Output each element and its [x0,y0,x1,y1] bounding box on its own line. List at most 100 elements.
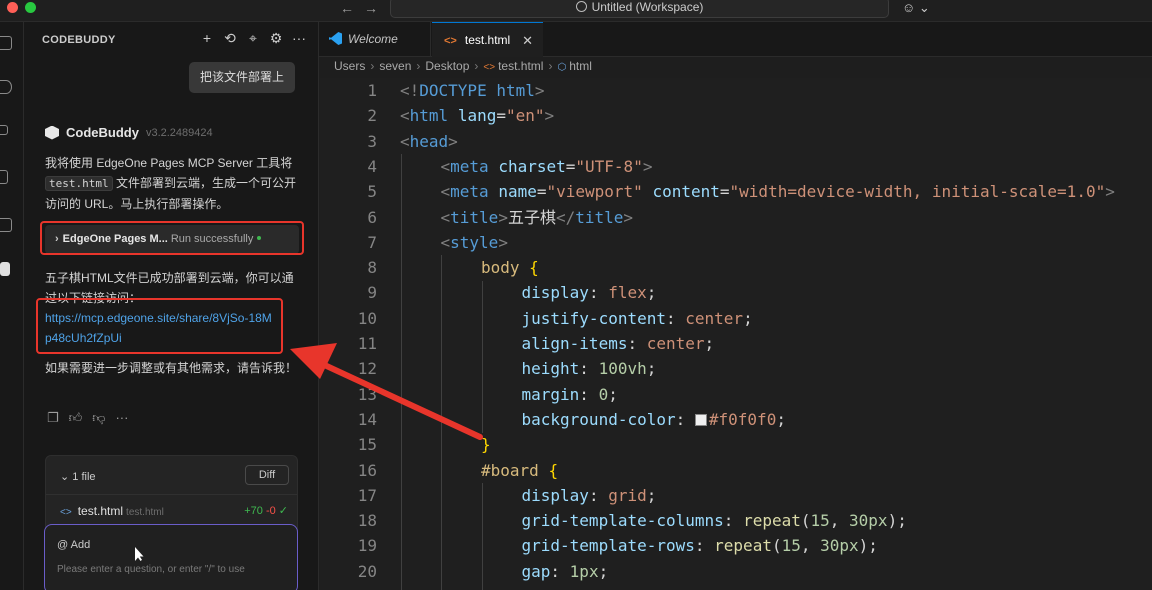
code-text: body { [481,258,539,278]
line-number: 9 [367,283,377,303]
thumbs-up-icon[interactable]: 👍︎ [69,410,83,426]
chat-input-box[interactable]: @ Add Please enter a question, or enter … [44,524,298,590]
close-window-button[interactable] [7,2,18,13]
code-text: grid-template-rows: repeat(15, 30px); [521,536,878,556]
code-line[interactable]: 19 grid-template-rows: repeat(15, 30px); [320,533,1152,558]
code-line[interactable]: 1 <!DOCTYPE html> [320,78,1152,103]
new-chat-icon[interactable]: + [200,30,214,47]
code-text: } [481,435,491,455]
tab-welcome-label: Welcome [348,32,398,46]
search-view-icon[interactable] [0,80,12,94]
code-line[interactable]: 3 <head> [320,129,1152,154]
chevron-right-icon: › [474,59,479,73]
line-number: 15 [357,435,377,455]
extensions-icon[interactable] [0,218,12,232]
mcp-icon[interactable]: ⌖ [246,30,260,47]
tab-welcome[interactable]: Welcome [319,22,431,57]
more-icon[interactable]: ··· [292,30,306,47]
code-text: align-items: center; [521,334,715,353]
code-line[interactable]: 9 display: flex; [320,280,1152,305]
breadcrumb-item[interactable]: Desktop [425,59,469,73]
source-control-icon[interactable] [0,125,8,135]
html-file-icon: <> [60,507,72,518]
code-text: margin: 0; [521,384,618,404]
inline-code: test.html [45,176,113,191]
code-line[interactable]: 17 display: grid; [320,483,1152,508]
code-editor[interactable]: 1 <!DOCTYPE html> 2 <html lang="en"> 3 <head>… [320,78,1152,590]
codebuddy-logo-icon [45,125,59,140]
line-number: 20 [357,561,377,581]
code-line[interactable]: 10 justify-content: center; [320,306,1152,331]
files-header[interactable]: ⌄ 1 file [60,470,96,483]
code-line[interactable]: 16 #board { [320,458,1152,483]
more-icon[interactable]: ··· [115,410,128,426]
line-number: 7 [367,232,377,252]
codebuddy-panel: CODEBUDDY + ⟲ ⌖ ⚙ ··· 把该文件部署上 CodeBuddy … [24,22,319,590]
color-swatch[interactable] [694,413,707,426]
breadcrumb-item[interactable]: seven [379,59,411,73]
history-icon[interactable]: ⟲ [223,30,237,47]
chevron-right-icon: › [416,59,421,73]
line-number: 19 [357,536,377,556]
code-line[interactable]: 12 height: 100vh; [320,356,1152,381]
code-line[interactable]: 14 background-color: #f0f0f0; [320,407,1152,432]
tab-test-html-label: test.html [464,33,511,47]
chat-input-placeholder[interactable]: Please enter a question, or enter "/" to… [57,564,245,575]
feedback-bar: ❐ 👍︎ 👎︎ ··· [47,410,128,426]
tab-test-html[interactable]: <> test.html ✕ [432,22,543,57]
code-line[interactable]: 2 <html lang="en"> [320,103,1152,128]
breadcrumb-item[interactable]: html [569,59,592,73]
code-line[interactable]: 13 margin: 0; [320,382,1152,407]
panel-title: CODEBUDDY [42,34,116,46]
code-line[interactable]: 7 <style> [320,230,1152,255]
chevron-down-icon: ⌄ [60,471,73,483]
code-line[interactable]: 15} [320,432,1152,457]
symbol-icon: ⬡ [557,62,567,73]
settings-icon[interactable]: ⚙ [269,30,283,47]
code-line[interactable]: 8 body { [320,255,1152,280]
add-context-button[interactable]: @ Add [57,539,90,551]
forward-arrow-icon[interactable]: → [364,0,378,16]
file-row[interactable]: <> test.html test.html +70 -0 ✓ [60,504,288,518]
line-number: 6 [367,207,377,227]
run-debug-icon[interactable] [0,170,8,184]
copilot-icon[interactable]: ☺ ⌄ [902,0,930,16]
explorer-icon[interactable] [0,36,12,50]
code-line[interactable]: 20 gap: 1px; [320,559,1152,584]
breadcrumb-item[interactable]: Users [334,59,365,73]
code-line[interactable]: 11 align-items: center; [320,331,1152,356]
line-number: 14 [357,409,377,429]
command-center-label: Untitled (Workspace) [591,0,704,14]
breadcrumb-item[interactable]: test.html [498,59,543,73]
code-line[interactable]: 18 grid-template-columns: repeat(15, 30px… [320,508,1152,533]
copy-icon[interactable]: ❐ [47,410,59,426]
back-arrow-icon[interactable]: ← [340,0,354,16]
bot-name: CodeBuddy [66,125,139,140]
file-path: test.html [126,507,164,518]
code-text: <meta name="viewport" content="width=dev… [440,182,1115,202]
zoom-window-button[interactable] [25,2,36,13]
bot-version: v3.2.2489424 [145,126,213,139]
code-text: <meta charset="UTF-8"> [440,156,653,176]
line-number: 2 [367,106,377,126]
code-text: <style> [440,232,508,252]
line-number: 4 [367,156,377,176]
title-bar: ← → Untitled (Workspace) ☺ ⌄ [0,0,1152,22]
code-text: display: grid; [521,485,657,505]
editor-tab-bar: Welcome <> test.html ✕ [319,22,1152,57]
code-line[interactable]: 21 [320,584,1152,590]
divider [46,494,297,495]
close-icon[interactable]: ✕ [522,23,533,58]
command-center-search[interactable]: Untitled (Workspace) [390,0,889,18]
files-count: 1 file [72,471,96,483]
code-line[interactable]: 4 <meta charset="UTF-8"> [320,154,1152,179]
search-icon [575,1,587,12]
bot-message-3: 如果需要进一步调整或有其他需求，请告诉我！ [45,361,298,375]
line-number: 11 [357,334,377,353]
codebuddy-icon[interactable] [0,262,10,276]
code-line[interactable]: 5 <meta name="viewport" content="width=de… [320,179,1152,204]
diff-button[interactable]: Diff [245,465,289,485]
chevron-right-icon: › [548,59,553,73]
code-line[interactable]: 6 <title>五子棋</title> [320,205,1152,230]
thumbs-down-icon[interactable]: 👎︎ [92,410,105,426]
